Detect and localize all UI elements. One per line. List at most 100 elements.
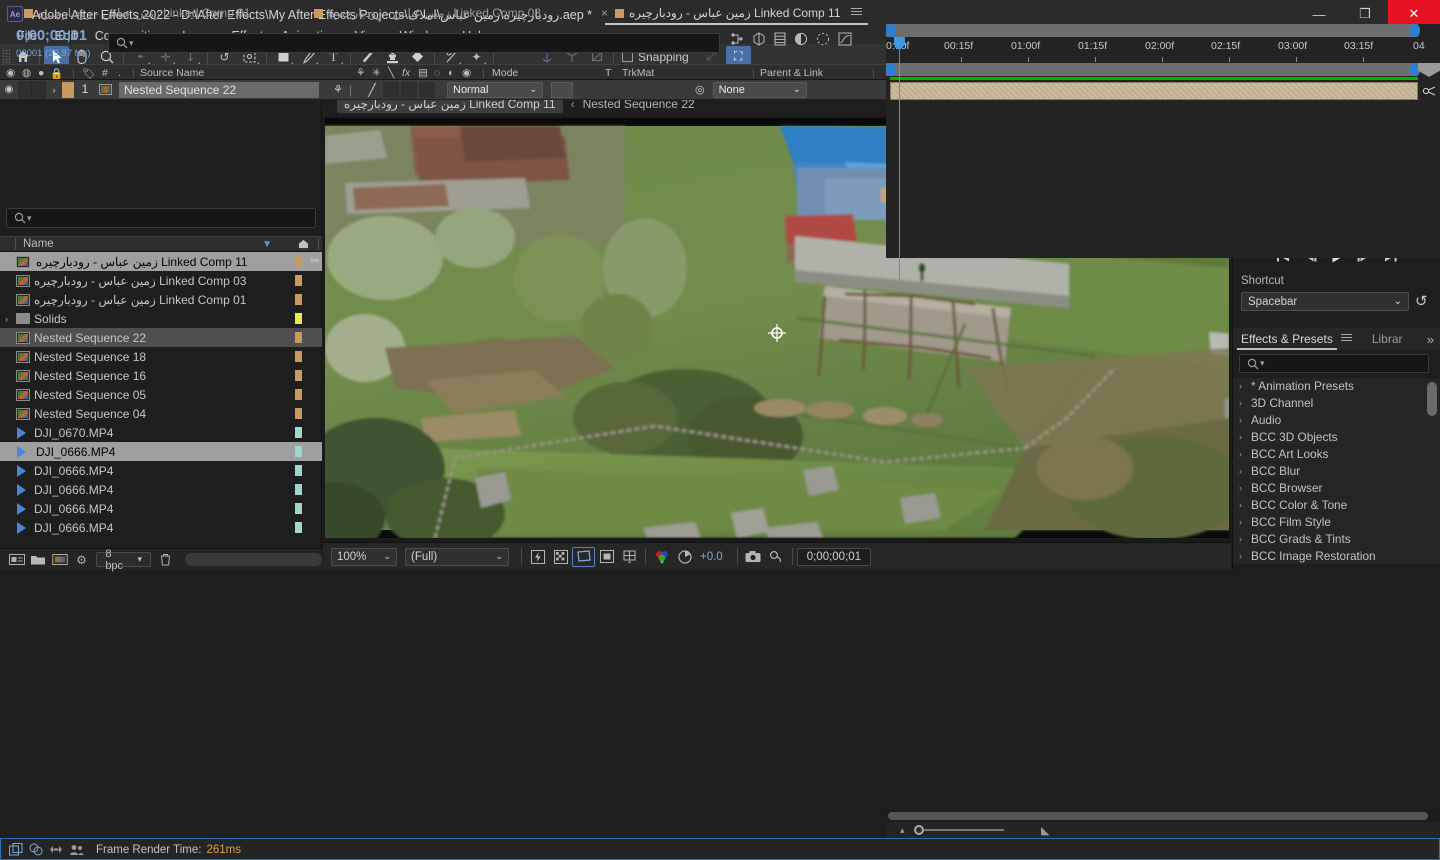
render-queue-icon[interactable] <box>6 842 26 858</box>
project-item-label-chip[interactable] <box>295 522 302 533</box>
effects-category-row[interactable]: › * Animation Presets <box>1233 378 1440 395</box>
chevron-right-icon[interactable]: › <box>1239 500 1251 510</box>
layer-audio-toggle[interactable] <box>18 80 32 99</box>
draft-3d-icon[interactable] <box>752 32 766 49</box>
chevron-right-icon[interactable]: › <box>1239 415 1251 425</box>
project-item-label-chip[interactable] <box>295 465 302 476</box>
fast-previews-icon[interactable] <box>526 547 549 567</box>
project-search-input[interactable]: ▾ <box>6 208 316 228</box>
project-item[interactable]: DJI_0666.MP4 <box>0 518 322 537</box>
project-item-label-chip[interactable] <box>295 275 302 286</box>
table-row[interactable]: ◉ › 1 Nested Sequence 22 ⚘ | ╱ Normal ⌄ ◎… <box>0 80 886 100</box>
team-projects-icon[interactable] <box>66 842 86 858</box>
effects-category-row[interactable]: › BCC Blur <box>1233 463 1440 480</box>
graph-editor-icon[interactable] <box>838 32 852 49</box>
layer-quality-toggle[interactable]: ╱ <box>363 83 381 97</box>
project-item[interactable]: DJI_0666.MP4 <box>0 442 322 461</box>
effects-category-row[interactable]: › BCC Browser <box>1233 480 1440 497</box>
tab-libraries[interactable]: Librar <box>1364 328 1406 350</box>
take-snapshot-icon[interactable] <box>742 547 765 567</box>
time-ruler[interactable]: 0:00f 00:15f 01:00f 01:15f 02:00f 02:15f… <box>886 37 1440 63</box>
project-item-label-chip[interactable] <box>295 408 302 419</box>
project-item-label-chip[interactable] <box>295 370 302 381</box>
header-mode[interactable]: Mode <box>492 67 518 79</box>
effects-category-row[interactable]: › BCC Film Style <box>1233 514 1440 531</box>
show-snapshot-icon[interactable] <box>765 547 788 567</box>
composition-mini-flowchart-icon[interactable] <box>730 32 744 49</box>
zoom-out-icon[interactable]: ▴ <box>900 825 905 836</box>
project-item-label-chip[interactable] <box>295 446 302 457</box>
toggle-transparency-grid-icon[interactable] <box>549 547 572 567</box>
viewer-timecode[interactable]: 0;00;00;01 <box>796 547 872 566</box>
work-area-start-handle[interactable] <box>886 24 896 37</box>
bit-depth-button[interactable]: 8 bpc ▾ <box>96 548 152 572</box>
chevron-right-icon[interactable]: › <box>1239 449 1251 459</box>
header-trkmat[interactable]: TrkMat <box>622 67 654 79</box>
effects-panel-menu-icon[interactable] <box>1340 332 1352 346</box>
timeline-tab-comp-03[interactable]: زمین عباس - رودبارچیره Linked Comp 03 <box>304 1 550 25</box>
tab-effects-presets[interactable]: Effects & Presets <box>1233 328 1341 350</box>
chevron-right-icon[interactable]: › <box>1239 517 1251 527</box>
timeline-tab-comp-11[interactable]: × زمین عباس - رودبارچیره Linked Comp 11 <box>591 1 872 25</box>
current-time-indicator[interactable] <box>899 37 900 282</box>
new-folder-icon[interactable] <box>28 551 50 569</box>
project-item[interactable]: › Solids <box>0 309 322 328</box>
reset-shortcut-icon[interactable]: ↺ <box>1415 292 1428 310</box>
project-item[interactable]: DJI_0666.MP4 <box>0 480 322 499</box>
layer-frameblend-toggle[interactable] <box>401 81 417 98</box>
project-item[interactable]: زمین عباس - رودبارچیره Linked Comp 11 ⚯ <box>0 252 322 271</box>
work-area-bar-top[interactable] <box>886 24 1418 37</box>
timeline-track-area[interactable]: 0:00f 00:15f 01:00f 01:15f 02:00f 02:15f… <box>886 24 1440 282</box>
effects-category-row[interactable]: › BCC Color & Tone <box>1233 497 1440 514</box>
interpret-footage-icon[interactable] <box>6 551 28 569</box>
timeline-panel-menu-icon[interactable] <box>850 6 862 20</box>
delete-icon[interactable] <box>155 551 177 569</box>
project-item[interactable]: Nested Sequence 22 <box>0 328 322 347</box>
project-item-label-chip[interactable] <box>295 294 302 305</box>
project-item-label-chip[interactable] <box>295 389 302 400</box>
toggle-mask-icon[interactable] <box>595 547 618 567</box>
project-item[interactable]: زمین عباس - رودبارچیره Linked Comp 01 <box>0 290 322 309</box>
work-area-marker-icon[interactable] <box>1418 63 1440 77</box>
layer-parent-pickwhip-icon[interactable]: ◎ <box>695 83 705 96</box>
layer-expand-twirl-icon[interactable]: › <box>46 85 62 95</box>
header-parent-link[interactable]: Parent & Link <box>760 67 823 79</box>
project-item-label-chip[interactable] <box>295 313 302 324</box>
exposure-value[interactable]: +0.0 <box>700 551 723 563</box>
project-item[interactable]: DJI_0670.MP4 <box>0 423 322 442</box>
layer-solo-toggle[interactable] <box>32 80 46 99</box>
timeline-tab-close-icon[interactable]: × <box>601 6 608 20</box>
sync-settings-icon[interactable] <box>26 842 46 858</box>
channel-rgb-icon[interactable] <box>650 547 673 567</box>
layer-label-chip[interactable] <box>62 81 74 98</box>
header-t[interactable]: T <box>605 67 611 79</box>
effects-scrollbar[interactable] <box>1427 382 1437 416</box>
project-settings-icon[interactable]: ⚙ <box>71 551 93 569</box>
project-item[interactable]: DJI_0666.MP4 <box>0 499 322 518</box>
effects-category-row[interactable]: › BCC Grads & Tints <box>1233 531 1440 548</box>
layer-3d-toggle[interactable]: ⚘ <box>327 83 349 96</box>
motion-blur-icon[interactable] <box>816 32 830 49</box>
project-item[interactable]: Nested Sequence 18 <box>0 347 322 366</box>
effects-category-row[interactable]: › Audio <box>1233 412 1440 429</box>
sort-arrow-icon[interactable]: ▼ <box>262 239 272 250</box>
project-item[interactable]: Nested Sequence 16 <box>0 366 322 385</box>
chevron-right-icon[interactable]: › <box>1239 381 1251 391</box>
project-item-label-chip[interactable] <box>295 427 302 438</box>
project-item-label-chip[interactable] <box>295 484 302 495</box>
project-item[interactable]: Nested Sequence 04 <box>0 404 322 423</box>
magnification-select[interactable]: 100% ⌄ <box>331 547 397 566</box>
frame-blending-icon[interactable] <box>794 32 808 49</box>
layer-parent-select[interactable]: None ⌄ <box>712 81 807 98</box>
project-item[interactable]: DJI_0666.MP4 <box>0 461 322 480</box>
region-of-interest-icon[interactable] <box>572 546 595 567</box>
work-area-end-handle[interactable] <box>1410 24 1420 37</box>
folder-twirl-icon[interactable]: › <box>5 314 8 324</box>
effects-search-input[interactable]: ▾ <box>1239 354 1429 373</box>
effects-category-row[interactable]: › BCC Art Looks <box>1233 446 1440 463</box>
shortcut-select[interactable]: Spacebar ⌄ <box>1241 292 1409 311</box>
layer-duration-bar[interactable] <box>890 82 1418 100</box>
project-item-label-chip[interactable] <box>295 503 302 514</box>
adjust-layout-icon[interactable] <box>46 842 66 858</box>
layer-motionblur-toggle[interactable] <box>419 81 435 98</box>
